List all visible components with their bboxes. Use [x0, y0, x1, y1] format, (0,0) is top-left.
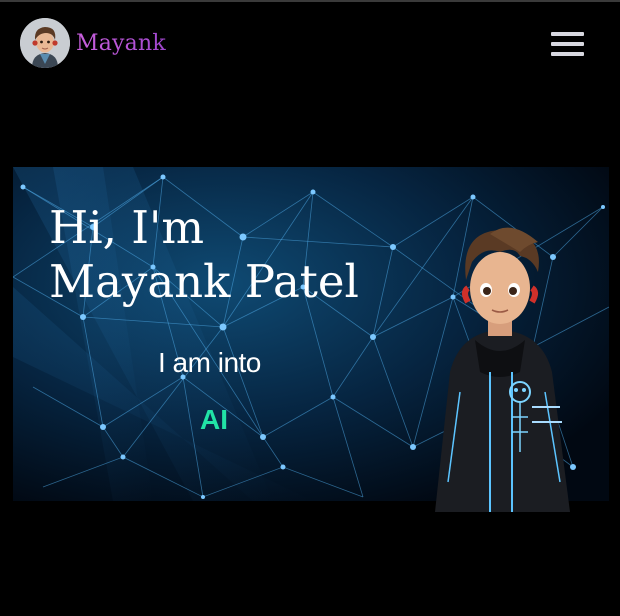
hero-title: Hi, I'm Mayank Patel [49, 201, 359, 309]
intro-text: I am into [158, 347, 261, 378]
hamburger-menu-icon[interactable] [548, 28, 588, 60]
character-illustration [435, 227, 570, 512]
brand-link[interactable]: Mayank [20, 18, 166, 68]
menu-bar [551, 42, 584, 46]
hero-title-line-2: Mayank Patel [49, 255, 359, 308]
navbar: Mayank [0, 2, 620, 86]
menu-bar [551, 52, 584, 56]
page: Mayank Hi, I'm Mayank Patel I am into AI [0, 0, 620, 616]
role-text: AI [200, 404, 228, 435]
brand-name[interactable]: Mayank [76, 31, 166, 56]
avatar [20, 18, 70, 68]
menu-bar [551, 32, 584, 36]
hero-title-line-1: Hi, I'm [49, 201, 205, 254]
